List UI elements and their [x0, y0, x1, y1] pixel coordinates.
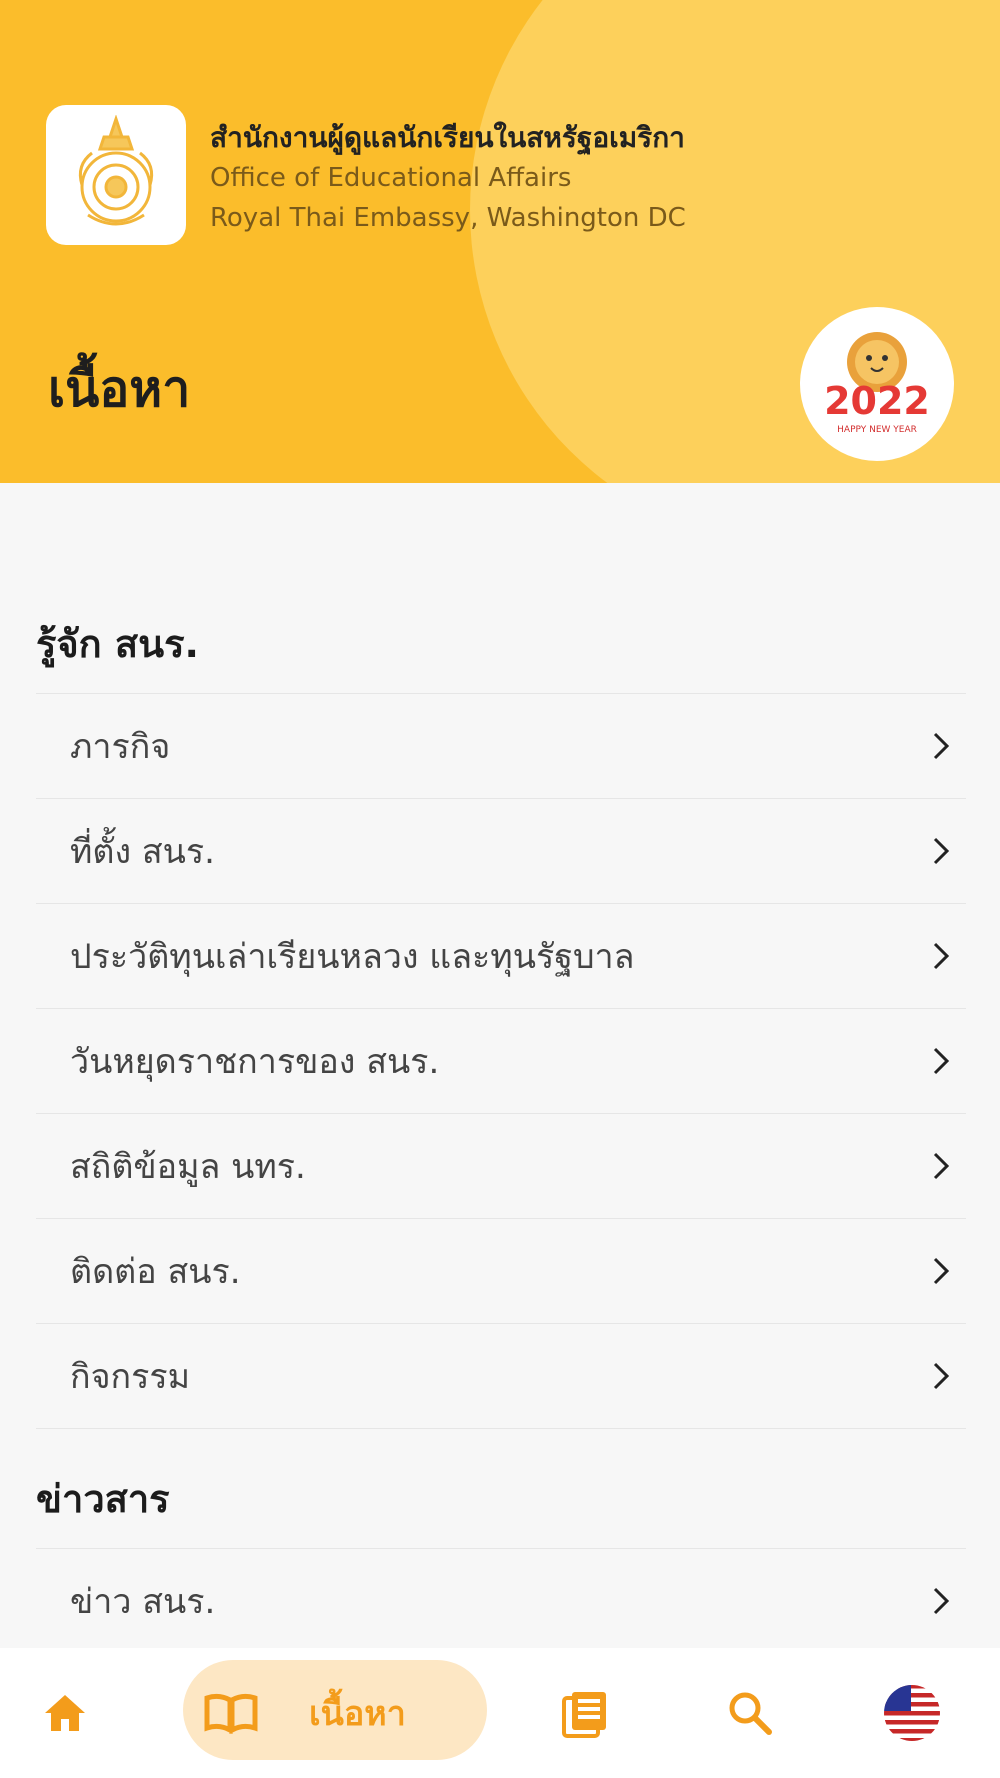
- list-item-label: ประวัติทุนเล่าเรียนหลวง และทุนรัฐบาล: [70, 937, 635, 977]
- avatar[interactable]: 2022 HAPPY NEW YEAR: [800, 307, 954, 461]
- list-item-location[interactable]: ที่ตั้ง สนร.: [36, 798, 966, 903]
- list-item-label: ภารกิจ: [70, 727, 171, 767]
- nav-language[interactable]: [880, 1648, 944, 1778]
- org-logo: [46, 105, 186, 245]
- chevron-right-icon: [933, 1257, 950, 1285]
- section-title-news: ข่าวสาร: [36, 1477, 170, 1521]
- org-name-block: สำนักงานผู้ดูแลนักเรียนในสหรัฐอเมริกา Of…: [210, 118, 686, 238]
- list-item-contact[interactable]: ติดต่อ สนร.: [36, 1218, 966, 1323]
- nav-search[interactable]: [720, 1648, 780, 1778]
- nav-news[interactable]: [555, 1648, 615, 1778]
- news-icon: [562, 1692, 606, 1738]
- chevron-right-icon: [933, 942, 950, 970]
- list-item-activities[interactable]: กิจกรรม: [36, 1323, 966, 1429]
- chevron-right-icon: [933, 732, 950, 760]
- chevron-right-icon: [933, 1152, 950, 1180]
- header: สำนักงานผู้ดูแลนักเรียนในสหรัฐอเมริกา Of…: [0, 0, 1000, 483]
- org-subtitle: Royal Thai Embassy, Washington DC: [210, 203, 686, 233]
- content-list: รู้จัก สนร. ภารกิจ ที่ตั้ง สนร. ประวัติท…: [0, 483, 1000, 1648]
- us-flag-icon: [884, 1685, 940, 1741]
- list-item-label: สถิติข้อมูล นทร.: [70, 1147, 306, 1187]
- nav-content[interactable]: เนื้อหา: [200, 1648, 480, 1778]
- list-item-label: ติดต่อ สนร.: [70, 1252, 241, 1292]
- org-name-en: Office of Educational Affairs: [210, 163, 572, 193]
- chevron-right-icon: [933, 837, 950, 865]
- list-item-news[interactable]: ข่าว สนร.: [36, 1548, 966, 1653]
- list-item-mission[interactable]: ภารกิจ: [36, 693, 966, 798]
- chevron-right-icon: [933, 1047, 950, 1075]
- org-name-th: สำนักงานผู้ดูแลนักเรียนในสหรัฐอเมริกา: [210, 121, 685, 154]
- page-title: เนื้อหา: [48, 360, 191, 418]
- chevron-right-icon: [933, 1587, 950, 1615]
- emblem-icon: [78, 115, 154, 226]
- list-item-label: ที่ตั้ง สนร.: [70, 832, 215, 872]
- list-item-statistics[interactable]: สถิติข้อมูล นทร.: [36, 1113, 966, 1218]
- list-item-label: ข่าว สนร.: [70, 1582, 216, 1622]
- search-icon: [729, 1692, 772, 1735]
- list-item-holidays[interactable]: วันหยุดราชการของ สนร.: [36, 1008, 966, 1113]
- list-item-label: วันหยุดราชการของ สนร.: [70, 1042, 440, 1082]
- nav-content-label: เนื้อหา: [309, 1694, 406, 1734]
- book-icon: [204, 1693, 258, 1734]
- nav-home[interactable]: [30, 1648, 100, 1778]
- home-icon: [45, 1695, 85, 1731]
- section-title-about: รู้จัก สนร.: [36, 622, 199, 666]
- list-item-label: กิจกรรม: [70, 1357, 191, 1397]
- bottom-navigation: [0, 1648, 1000, 1778]
- badge-caption: HAPPY NEW YEAR: [837, 425, 917, 435]
- new-year-badge-icon: 2022 HAPPY NEW YEAR: [824, 332, 930, 435]
- chevron-right-icon: [933, 1362, 950, 1390]
- list-item-scholarship-history[interactable]: ประวัติทุนเล่าเรียนหลวง และทุนรัฐบาล: [36, 903, 966, 1008]
- badge-year: 2022: [824, 379, 930, 423]
